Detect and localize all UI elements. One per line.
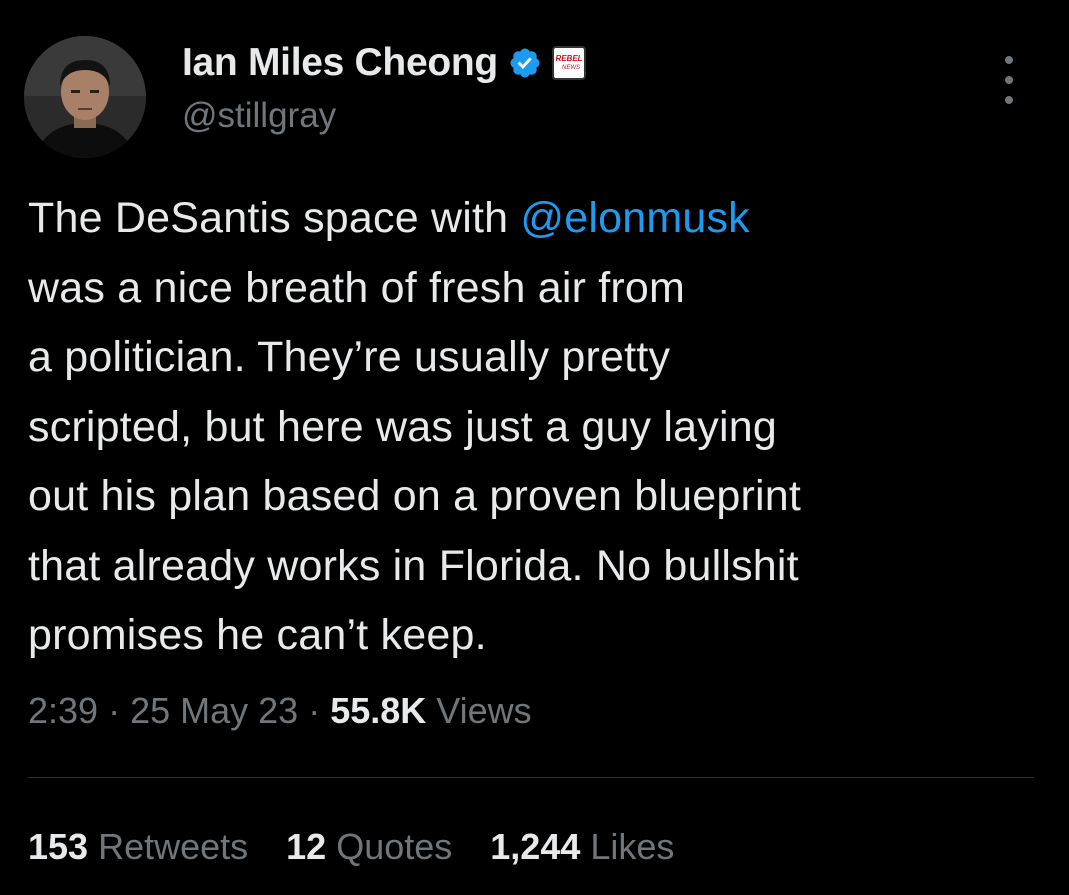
tweet-line: promises he can’t keep. <box>28 611 487 659</box>
verified-badge-icon[interactable] <box>508 46 542 80</box>
more-dot <box>1005 96 1013 104</box>
tweet-line: that already works in Florida. No bullsh… <box>28 541 799 590</box>
quotes-stat[interactable]: 12 Quotes <box>286 826 452 868</box>
views-count: 55.8K <box>330 690 427 731</box>
more-dot <box>1005 56 1013 64</box>
tweet-line: The DeSantis space with @elonmusk <box>28 184 1038 254</box>
quotes-label: Quotes <box>326 826 453 867</box>
quotes-count: 12 <box>286 826 327 867</box>
meta-separator: · <box>98 690 131 731</box>
svg-text:NEWS: NEWS <box>562 65 580 71</box>
views-label: Views <box>426 690 532 731</box>
retweets-stat[interactable]: 153 Retweets <box>28 826 248 868</box>
likes-label: Likes <box>580 826 675 867</box>
engagement-stats: 153 Retweets 12 Quotes 1,244 Likes <box>28 826 712 868</box>
retweets-count: 153 <box>28 826 89 867</box>
likes-stat[interactable]: 1,244 Likes <box>490 826 674 868</box>
tweet-line: was a nice breath of fresh air from <box>28 263 686 312</box>
tweet-text: The DeSantis space with @elonmusk was a … <box>28 184 1038 671</box>
author-name-row: Ian Miles Cheong REBEL NEWS <box>182 38 586 88</box>
avatar[interactable] <box>24 36 146 158</box>
tweet-line: scripted, but here was just a guy laying <box>28 402 777 451</box>
rebel-news-badge-icon[interactable]: REBEL NEWS <box>551 46 586 80</box>
author-handle[interactable]: @stillgray <box>182 96 336 136</box>
more-options-icon[interactable] <box>995 56 1023 104</box>
tweet-line: out his plan based on a proven blueprint <box>28 472 801 520</box>
tweet-text-segment: The DeSantis space with <box>28 194 521 242</box>
tweet-time[interactable]: 2:39 <box>28 690 98 731</box>
svg-text:REBEL: REBEL <box>556 54 582 63</box>
divider <box>28 777 1034 778</box>
tweet-detail: Ian Miles Cheong REBEL NEWS @stillgray T… <box>0 0 1069 895</box>
author-display-name[interactable]: Ian Miles Cheong <box>182 41 498 85</box>
profile-photo-image <box>24 36 146 158</box>
tweet-meta: 2:39 · 25 May 23 · 55.8K Views <box>28 690 532 732</box>
tweet-date[interactable]: 25 May 23 <box>130 690 298 731</box>
retweets-label: Retweets <box>88 826 249 867</box>
more-dot <box>1005 76 1013 84</box>
tweet-line: a politician. They’re usually pretty <box>28 333 671 381</box>
likes-count: 1,244 <box>490 826 581 867</box>
meta-separator: · <box>298 690 331 731</box>
mention-link[interactable]: @elonmusk <box>520 194 749 242</box>
